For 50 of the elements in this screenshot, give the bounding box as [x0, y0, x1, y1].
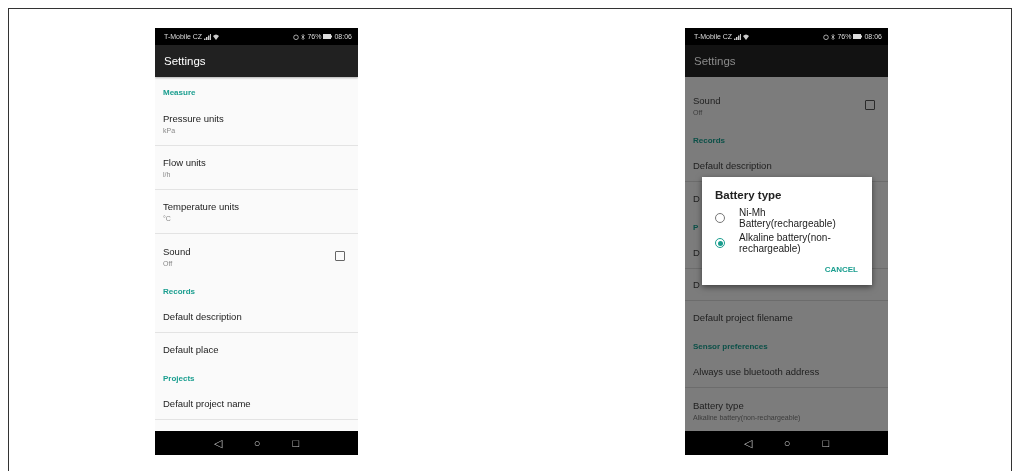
settings-item[interactable]: Default description	[155, 301, 358, 333]
section-header: Projects	[162, 373, 196, 385]
home-icon[interactable]: ○	[253, 437, 261, 449]
screen-title: Settings	[694, 55, 736, 67]
checkbox[interactable]	[865, 100, 875, 110]
radio-option[interactable]: Ni-Mh Battery(rechargeable)	[715, 207, 860, 229]
back-icon[interactable]: ◁	[743, 436, 752, 450]
battery-icon	[853, 34, 863, 39]
item-title: D	[693, 279, 700, 290]
item-title: Temperature units	[163, 201, 240, 212]
dialog-title: Battery type	[715, 189, 783, 201]
item-title: Default place	[163, 343, 219, 355]
section-header: P	[692, 222, 700, 234]
alarm-icon	[823, 33, 830, 40]
item-title: Default description	[693, 160, 772, 171]
screen-title: Settings	[164, 55, 206, 67]
recents-icon[interactable]: □	[292, 437, 300, 449]
section-header: Records	[162, 286, 196, 298]
checkbox[interactable]	[335, 251, 345, 261]
signal-icon	[734, 33, 742, 40]
item-title: Default description	[163, 311, 242, 322]
item-title: Battery type	[693, 399, 745, 411]
item-title: Sound	[693, 94, 721, 106]
section-header: Records	[692, 135, 726, 147]
item-title: D	[693, 247, 700, 258]
settings-item[interactable]: Default project name	[155, 388, 358, 420]
item-title: Flow units	[163, 157, 206, 168]
settings-item[interactable]: Always use bluetooth address	[685, 356, 888, 388]
bluetooth-icon	[831, 33, 836, 40]
item-title: Always use bluetooth address	[693, 366, 820, 377]
wifi-icon	[213, 33, 220, 40]
settings-item[interactable]: Default project filename	[685, 301, 888, 333]
bluetooth-icon	[301, 33, 306, 40]
recents-icon[interactable]: □	[822, 437, 830, 449]
item-title: Default project filename	[693, 311, 793, 323]
wifi-icon	[743, 33, 750, 40]
option-label: Ni-Mh Battery(rechargeable)	[739, 207, 837, 229]
section-header: Measure	[162, 87, 197, 99]
item-title: Default project name	[163, 398, 251, 409]
home-icon[interactable]: ○	[783, 437, 791, 449]
battery-icon	[323, 34, 333, 39]
alarm-icon	[293, 33, 300, 40]
signal-icon	[204, 33, 212, 40]
item-title: Pressure units	[163, 113, 224, 124]
option-label: Alkaline battery(non-rechargeable)	[739, 232, 832, 254]
item-title: Sound	[163, 245, 191, 257]
section-header: Sensor preferences	[692, 341, 769, 353]
settings-item[interactable]: Default place	[155, 333, 358, 365]
radio-option[interactable]: Alkaline battery(non-rechargeable)	[715, 232, 860, 254]
back-icon[interactable]: ◁	[213, 436, 222, 450]
